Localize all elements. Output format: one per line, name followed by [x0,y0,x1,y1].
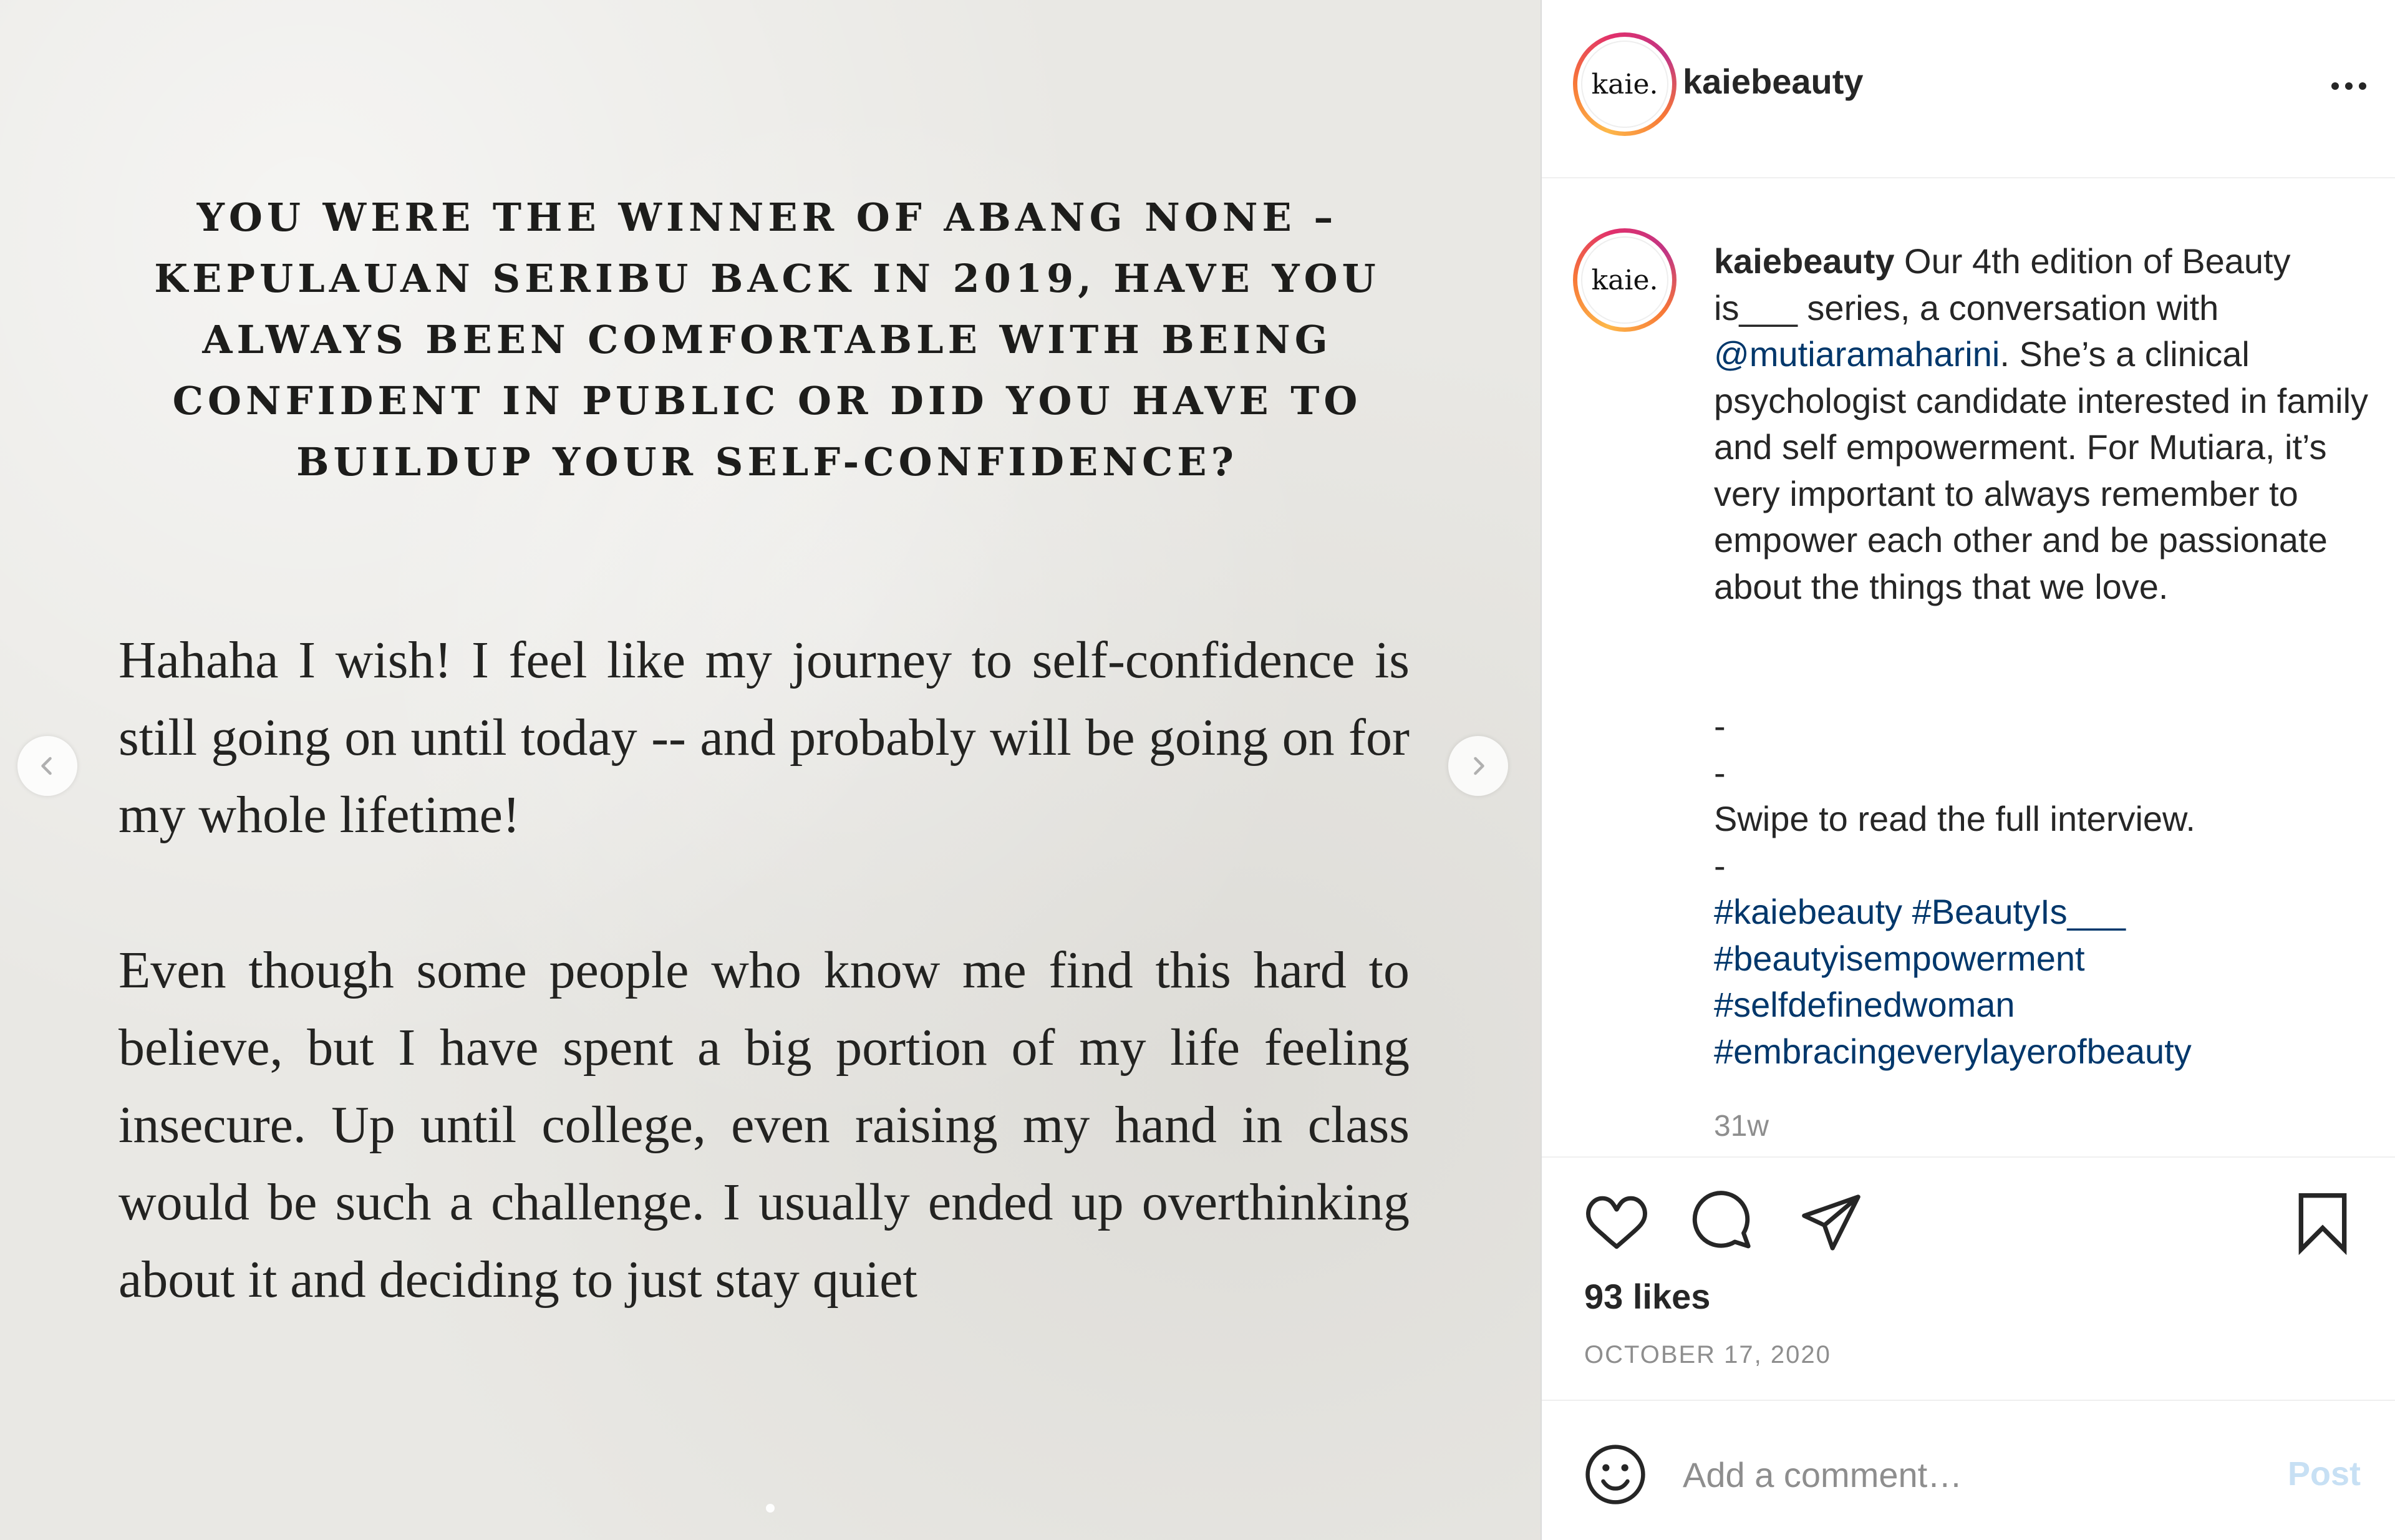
hashtag-link[interactable]: #embracingeverylayerofbeauty [1714,1032,2192,1071]
avatar-logo: kaie. [1581,236,1668,324]
action-bar: 93 likes OCTOBER 17, 2020 [1542,1156,2395,1400]
caption-area: kaie. kaiebeauty Our 4th edition of Beau… [1542,180,2395,1156]
carousel-indicator [0,1504,1541,1513]
comment-bar: Post [1542,1400,2395,1540]
comment-button[interactable] [1690,1190,1755,1255]
avatar-logo: kaie. [1581,41,1668,128]
share-button[interactable] [1799,1190,1864,1255]
caption-username[interactable]: kaiebeauty [1714,241,1895,281]
hashtag-link[interactable]: #kaiebeauty [1714,892,1902,931]
hashtag-link[interactable]: #BeautyIs___ [1912,892,2126,931]
post-sidebar: kaie. kaiebeauty kaie. kaiebeauty Our 4t… [1541,0,2395,1540]
caption-swipe-text: Swipe to read the full interview. [1714,799,2195,838]
like-button[interactable] [1584,1190,1649,1255]
more-icon [2331,82,2339,90]
hashtag-link[interactable]: #selfdefinedwoman [1714,985,2015,1024]
post-comment-button[interactable]: Post [2288,1455,2361,1493]
slide-heading: YOU WERE THE WINNER OF ABANG NONE – KEPU… [154,195,1380,485]
caption-timestamp[interactable]: 31w [1714,1109,1769,1143]
post-view: YOU WERE THE WINNER OF ABANG NONE – KEPU… [0,0,2395,1540]
more-options-button[interactable] [2324,67,2374,105]
caption-separator: - [1714,845,1726,885]
comment-icon [1692,1191,1751,1249]
caption: kaiebeauty Our 4th edition of Beauty is_… [1714,238,2381,1075]
avatar[interactable]: kaie. [1573,32,1676,136]
chevron-left-icon [41,757,52,775]
hashtag-link[interactable]: #beautyisempowerment [1714,939,2085,978]
caption-avatar[interactable]: kaie. [1573,228,1676,332]
media-carousel[interactable]: YOU WERE THE WINNER OF ABANG NONE – KEPU… [0,0,1541,1540]
bookmark-icon [2298,1193,2347,1255]
post-date[interactable]: OCTOBER 17, 2020 [1584,1341,1831,1369]
likes-count[interactable]: 93 likes [1584,1276,1710,1317]
save-button[interactable] [2290,1190,2355,1255]
comment-input[interactable] [1683,1450,2244,1499]
share-icon [1802,1194,1860,1251]
header-username[interactable]: kaiebeauty [1683,61,1864,102]
previous-slide-button[interactable] [17,736,77,796]
emoji-icon [1585,1445,1645,1504]
caption-mention[interactable]: @mutiaramaharini [1714,334,2000,374]
chevron-right-icon [1474,757,1484,775]
next-slide-button[interactable] [1448,736,1508,796]
caption-text-2: . She’s a clinical psychologist candidat… [1714,334,2369,606]
slide-paragraph-2: Even though some people who know me find… [119,941,1410,1309]
emoji-button[interactable] [1583,1442,1648,1507]
caption-separator: - [1714,752,1726,792]
heart-icon [1586,1196,1647,1249]
caption-separator: - [1714,706,1726,745]
post-header: kaie. kaiebeauty [1542,0,2395,178]
slide-paragraph-1: Hahaha I wish! I feel like my journey to… [119,631,1410,844]
carousel-dot-active [766,1504,775,1513]
